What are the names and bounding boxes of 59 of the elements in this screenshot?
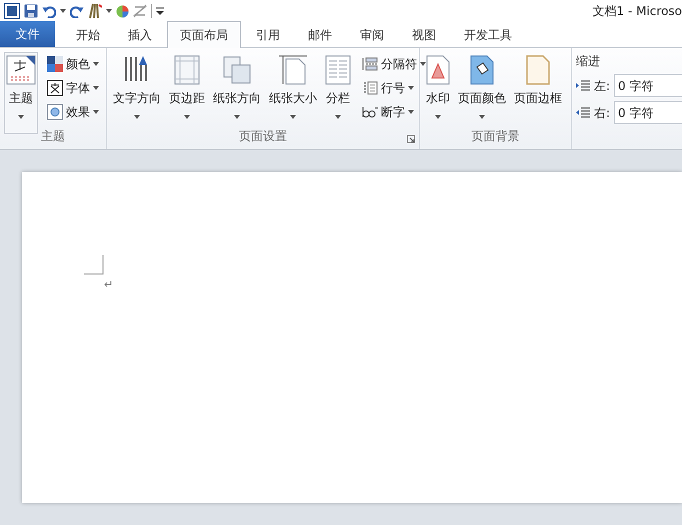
ribbon-button[interactable]: 分栏 xyxy=(323,52,353,134)
hyphenation-icon xyxy=(362,105,378,119)
ribbon-button[interactable]: 效果 xyxy=(46,100,100,124)
ribbon-button[interactable]: 字体 xyxy=(46,76,100,100)
caret-icon xyxy=(60,9,66,13)
pages-icon xyxy=(222,55,252,85)
ribbon-tab[interactable]: 引用 xyxy=(243,21,293,47)
ribbon-tab[interactable]: 开始 xyxy=(63,21,113,47)
group-label: 页面背景 xyxy=(470,128,520,145)
ribbon-button[interactable]: 页边距 xyxy=(167,52,207,134)
font-icon xyxy=(47,80,63,96)
brush-icon[interactable] xyxy=(88,3,102,19)
effects-icon xyxy=(47,104,63,120)
field-label: 右: xyxy=(594,104,610,122)
field-label: 左: xyxy=(594,78,610,94)
color-circle-icon[interactable] xyxy=(116,4,129,18)
input-field[interactable]: 0 字符 xyxy=(614,74,682,97)
group-label: 主题 xyxy=(40,128,66,145)
input-field[interactable]: 0 字符 xyxy=(614,101,682,124)
ribbon-tab[interactable]: 开发工具 xyxy=(451,21,525,47)
redo-icon[interactable] xyxy=(70,4,84,18)
ribbon-tab[interactable]: 审阅 xyxy=(347,21,397,47)
margin-corner-mark xyxy=(84,255,104,275)
ribbon-button[interactable]: 行号 xyxy=(361,76,427,100)
dialog-launcher[interactable] xyxy=(407,135,415,143)
paragraph-mark: ↵ xyxy=(104,279,114,290)
save-icon[interactable] xyxy=(24,4,38,18)
customize-menu-icon[interactable] xyxy=(156,6,164,16)
ribbon-tab[interactable]: 页面布局 xyxy=(167,21,241,48)
ribbon-button[interactable]: 分隔符 xyxy=(361,52,427,76)
ribbon-button[interactable]: 文字方向 xyxy=(111,52,163,134)
app-logo-icon[interactable] xyxy=(4,3,20,19)
file-menu-tab[interactable]: 文件 xyxy=(0,21,55,47)
ribbon-button[interactable]: 断字 xyxy=(361,100,427,124)
columns-icon xyxy=(325,55,351,85)
group-label: 页面设置 xyxy=(238,128,288,145)
window-title: 文档1 - Microso xyxy=(592,3,682,20)
theme-icon xyxy=(6,55,36,85)
launcher-icon xyxy=(407,135,415,143)
ribbon-button[interactable]: 主题 xyxy=(4,52,38,134)
ribbon-tab[interactable]: 邮件 xyxy=(295,21,345,47)
color-squares-icon xyxy=(47,56,63,72)
slashed-letter-icon[interactable] xyxy=(133,4,147,18)
ribbon-button[interactable]: 水印 xyxy=(424,52,452,134)
ribbon-button[interactable]: 颜色 xyxy=(46,52,100,76)
indent-right-icon xyxy=(576,106,590,118)
ribbon-tab[interactable]: 视图 xyxy=(399,21,449,47)
indent-left-icon xyxy=(576,80,590,92)
page-border-icon xyxy=(526,55,550,85)
watermark-page-icon xyxy=(426,55,450,85)
page-margins-icon xyxy=(172,55,202,85)
ribbon-tab[interactable]: 插入 xyxy=(115,21,165,47)
undo-icon[interactable] xyxy=(42,4,56,18)
line-numbers-icon xyxy=(362,81,378,95)
group-title: 缩进 xyxy=(576,53,600,70)
caret-icon xyxy=(106,9,112,13)
paint-bucket-icon xyxy=(470,55,494,85)
page-size-icon xyxy=(278,55,308,85)
break-icon xyxy=(362,57,378,71)
